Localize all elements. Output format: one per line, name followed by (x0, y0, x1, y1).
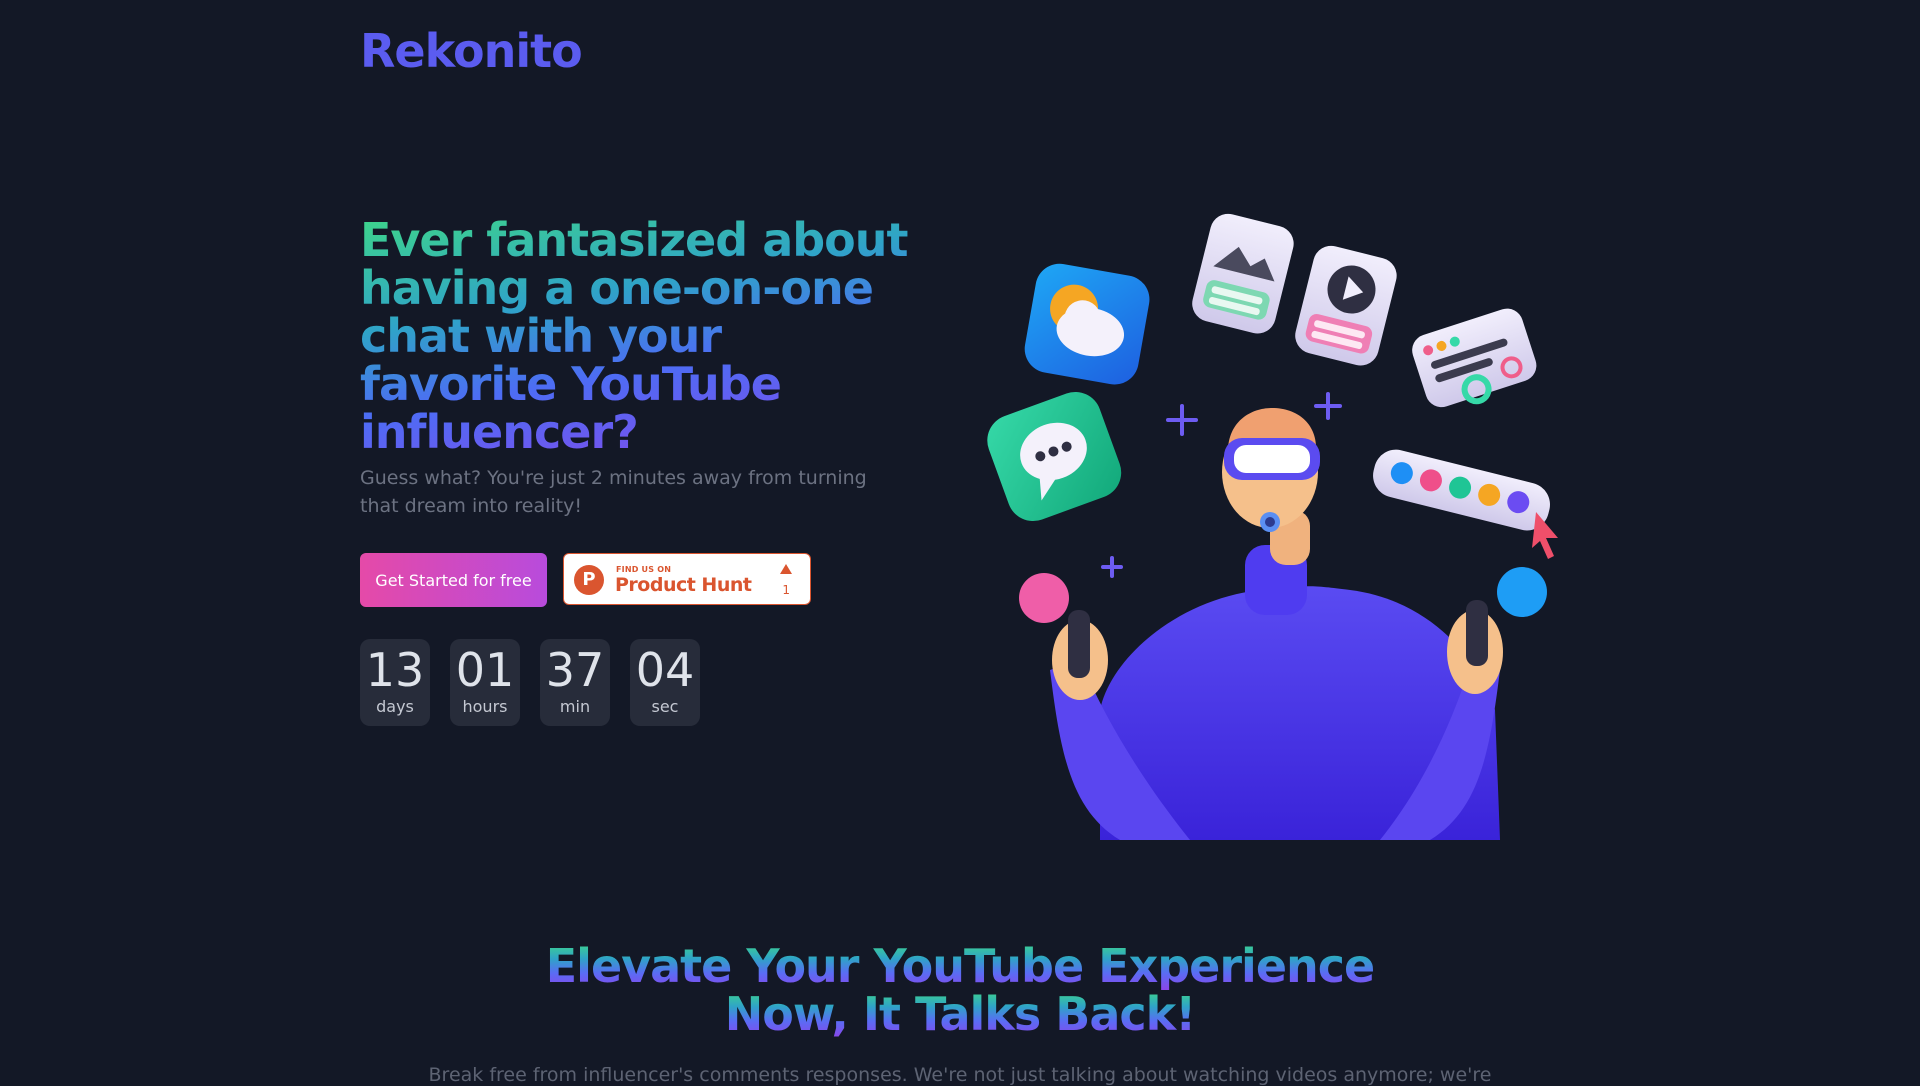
countdown-min: 37 min (540, 639, 610, 726)
countdown-hours-value: 01 (455, 643, 515, 697)
countdown-sec-value: 04 (635, 643, 695, 697)
product-hunt-badge[interactable]: P FIND US ON Product Hunt 1 (563, 553, 811, 605)
product-hunt-name: Product Hunt (615, 574, 752, 596)
image-card-icon (1192, 213, 1294, 334)
chat-bubble-icon (987, 391, 1122, 522)
product-hunt-tagline: FIND US ON (616, 565, 672, 574)
upvote-arrow-icon (780, 564, 792, 574)
countdown-sec: 04 sec (630, 639, 700, 726)
countdown-days-value: 13 (365, 643, 425, 697)
weather-icon (1024, 263, 1150, 385)
settings-card-icon (1412, 308, 1537, 408)
section-title-line-1: Elevate Your YouTube Experience (545, 939, 1375, 993)
color-palette-icon (1373, 449, 1550, 531)
get-started-button[interactable]: Get Started for free (360, 553, 547, 607)
countdown-min-label: min (559, 697, 591, 716)
countdown-sec-label: sec (651, 697, 679, 716)
countdown-min-value: 37 (545, 643, 605, 697)
countdown-days: 13 days (360, 639, 430, 726)
section-title-line-2: Now, It Talks Back! (724, 987, 1196, 1041)
video-card-icon (1295, 245, 1397, 366)
countdown-days-label: days (376, 697, 414, 716)
upvote-count: 1 (782, 583, 790, 597)
section-subtitle: Break free from influencer's comments re… (428, 1064, 1492, 1086)
section-title: Elevate Your YouTube Experience Now, It … (0, 942, 1920, 1038)
countdown-hours-label: hours (462, 697, 508, 716)
hero-subtitle: Guess what? You're just 2 minutes away f… (360, 467, 867, 517)
brand-logo[interactable]: Rekonito (360, 24, 583, 78)
vr-person-illustration (987, 213, 1558, 840)
countdown-hours: 01 hours (450, 639, 520, 726)
hero-title: Ever fantasized about having a one-on-on… (360, 216, 920, 456)
product-hunt-logo-icon: P (574, 565, 604, 595)
